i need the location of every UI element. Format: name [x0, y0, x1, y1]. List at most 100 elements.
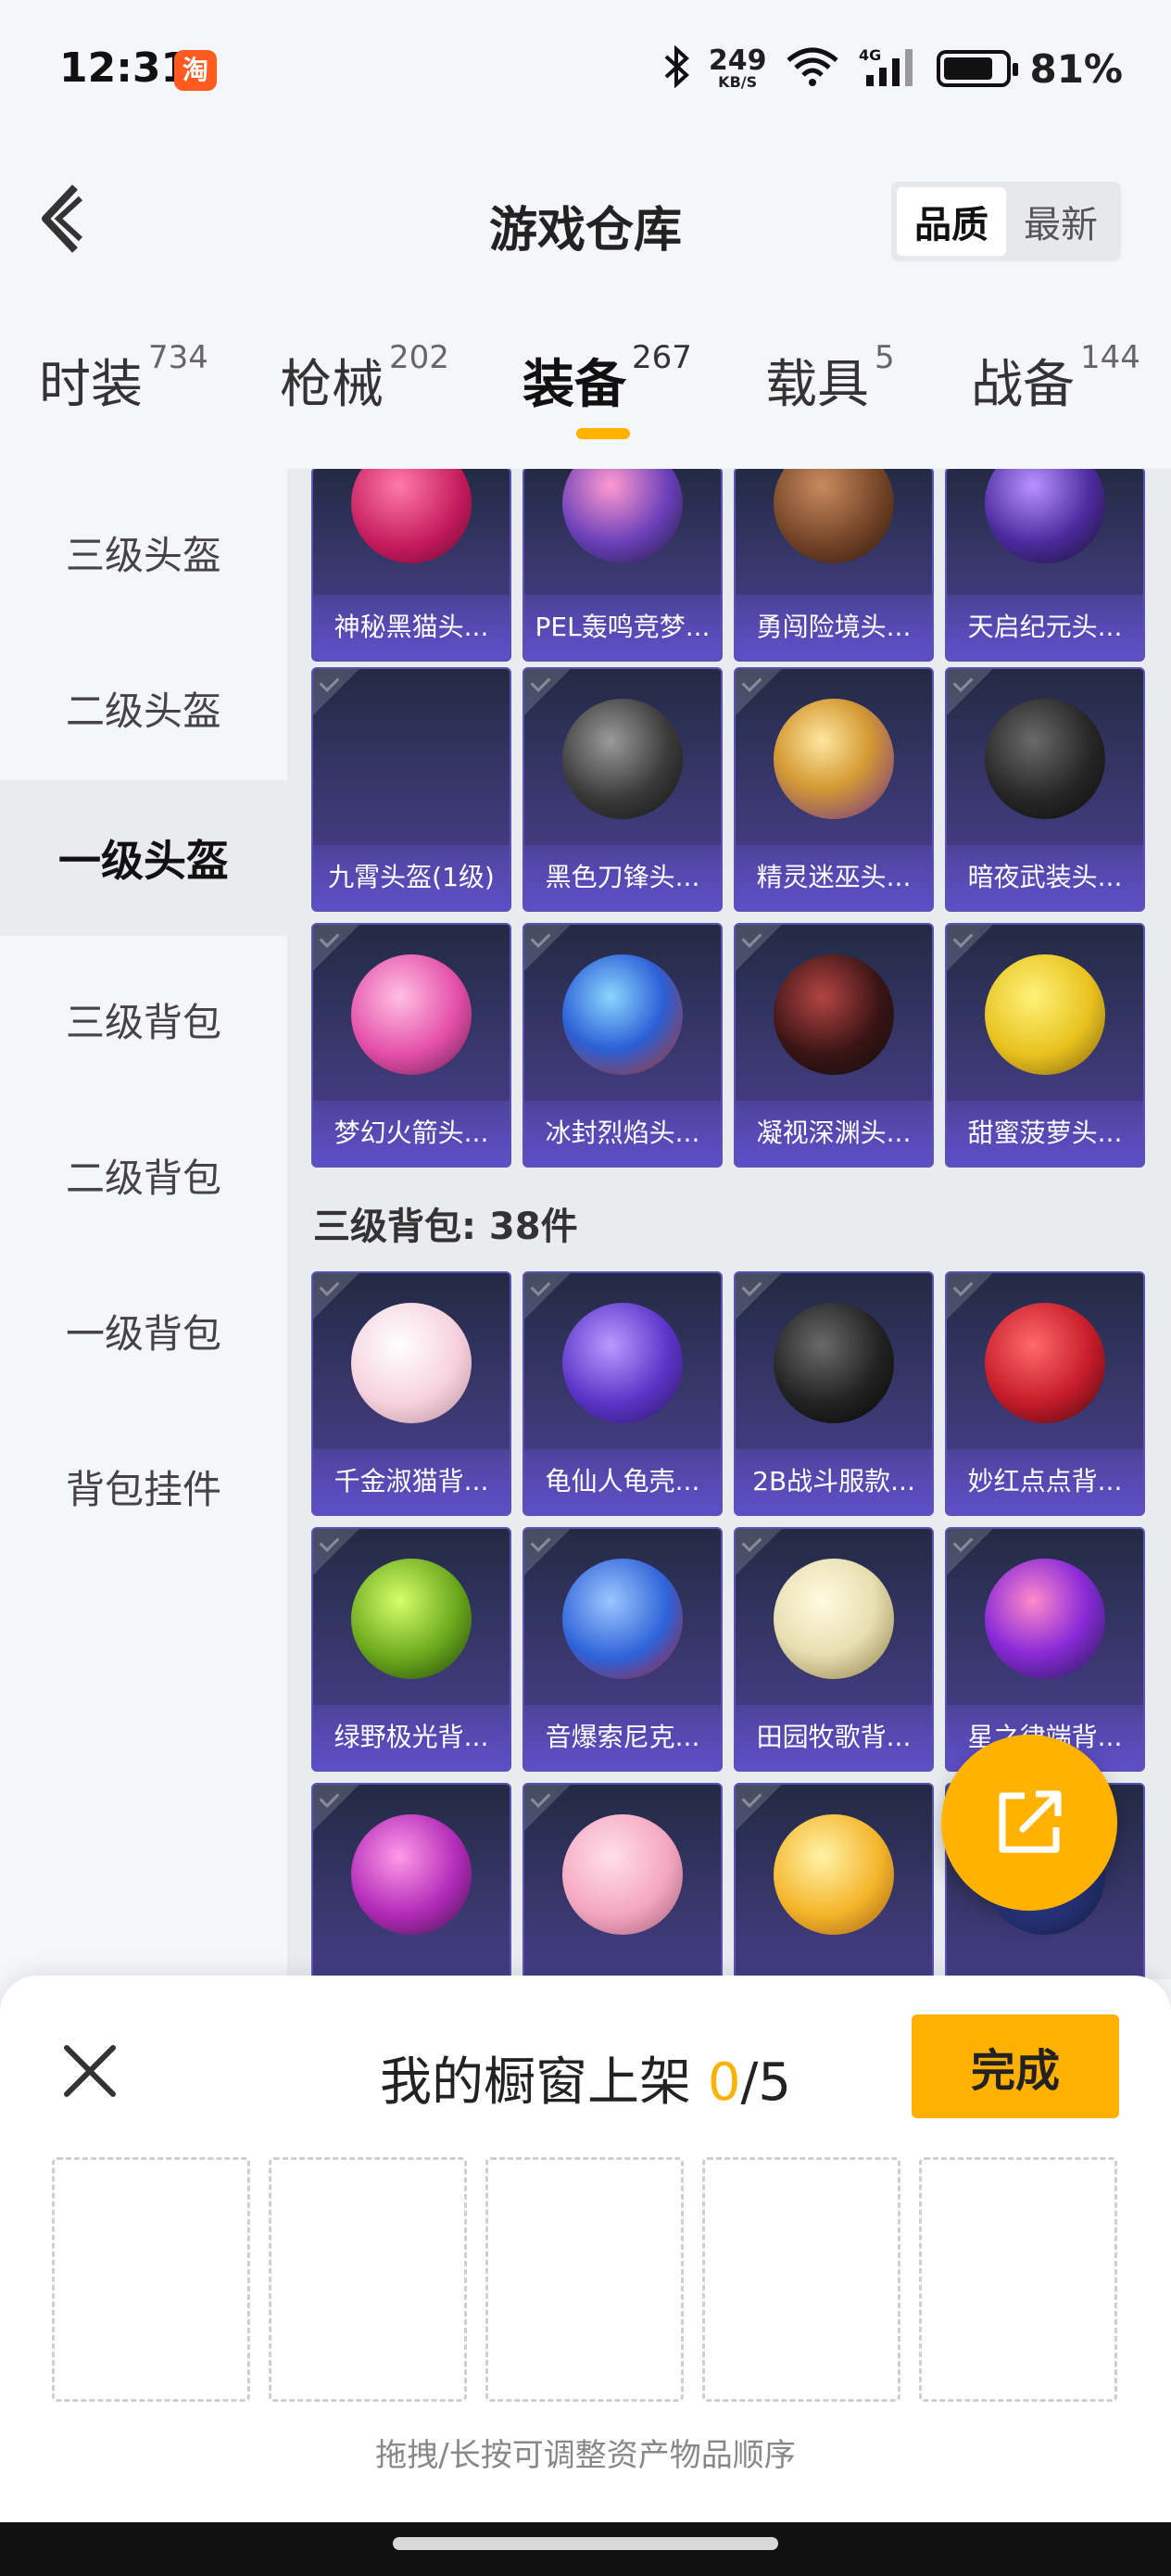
- item-card[interactable]: PEL轰鸣竞梦...: [523, 469, 723, 662]
- checkmark-icon: [313, 925, 359, 971]
- item-card[interactable]: 神秘黑猫头...: [311, 469, 511, 662]
- helmet-thumbnail: [562, 699, 683, 819]
- battery-percent: 81%: [1029, 45, 1123, 92]
- item-card[interactable]: 星之律端背...: [945, 1527, 1145, 1772]
- sort-toggle: 品质 最新: [891, 182, 1121, 261]
- tab-vehicles[interactable]: 载具 5: [765, 339, 895, 418]
- backpack-thumbnail: [774, 1559, 894, 1679]
- wifi-icon: [785, 45, 840, 92]
- item-name: 梦幻火箭头...: [313, 1101, 510, 1166]
- done-button[interactable]: 完成: [912, 2014, 1119, 2118]
- helmet-thumbnail: [985, 699, 1105, 819]
- item-card[interactable]: 天启纪元头...: [945, 469, 1145, 662]
- sidebar-item-helmet-lv2[interactable]: 二级头盔: [0, 630, 287, 786]
- helmet-thumbnail: [351, 954, 472, 1075]
- item-card[interactable]: 甜蜜菠萝头...: [945, 923, 1145, 1168]
- item-name: 2B战斗服款...: [736, 1449, 932, 1514]
- checkmark-icon: [736, 1273, 782, 1320]
- backpack-thumbnail: [985, 1559, 1105, 1679]
- item-card[interactable]: [311, 1783, 511, 1979]
- item-name: 天启纪元头...: [947, 595, 1143, 660]
- taobao-app-icon: 淘: [174, 50, 217, 91]
- checkmark-icon: [736, 1529, 782, 1575]
- backpack-thumbnail: [774, 1814, 894, 1935]
- item-card[interactable]: 精灵迷巫头...: [734, 667, 934, 912]
- showcase-slot[interactable]: [485, 2157, 684, 2402]
- helmet-thumbnail: [774, 469, 894, 563]
- section-title: 三级背包: 38件: [313, 1206, 578, 1248]
- home-gesture-handle[interactable]: [393, 2537, 778, 2550]
- checkmark-icon: [313, 1785, 359, 1831]
- item-card[interactable]: [734, 1783, 934, 1979]
- share-button[interactable]: [941, 1735, 1117, 1911]
- checkmark-icon: [313, 1529, 359, 1575]
- item-name: 妙红点点背...: [947, 1449, 1143, 1514]
- tab-equipment[interactable]: 装备 267: [523, 339, 692, 418]
- helmet-thumbnail: [985, 469, 1105, 563]
- item-name: 凝视深渊头...: [736, 1101, 932, 1166]
- item-name: 冰封烈焰头...: [524, 1101, 721, 1166]
- showcase-slot[interactable]: [52, 2157, 250, 2402]
- tab-supplies[interactable]: 战备 144: [971, 339, 1140, 418]
- checkmark-icon: [313, 669, 359, 715]
- item-card[interactable]: 妙红点点背...: [945, 1271, 1145, 1516]
- item-name: 甜蜜菠萝头...: [947, 1101, 1143, 1166]
- item-card[interactable]: 黑色刀锋头...: [523, 667, 723, 912]
- item-card[interactable]: 凝视深渊头...: [734, 923, 934, 1168]
- network-speed: 249 KB/S: [708, 44, 767, 91]
- checkmark-icon: [524, 1529, 571, 1575]
- showcase-sheet: 我的橱窗上架 0/5 完成 拖拽/长按可调整资产物品顺序: [0, 1976, 1171, 2522]
- sidebar-item-helmet-lv3[interactable]: 三级头盔: [0, 474, 287, 630]
- item-card[interactable]: 九霄头盔(1级): [311, 667, 511, 912]
- showcase-slot[interactable]: [702, 2157, 900, 2402]
- item-name: 音爆索尼克...: [524, 1705, 721, 1770]
- item-name: 神秘黑猫头...: [313, 595, 510, 660]
- checkmark-icon: [524, 669, 571, 715]
- checkmark-icon: [947, 925, 993, 971]
- helmet-thumbnail: [774, 954, 894, 1075]
- item-name: 暗夜武装头...: [947, 845, 1143, 910]
- item-card[interactable]: [523, 1783, 723, 1979]
- item-card[interactable]: 2B战斗服款...: [734, 1271, 934, 1516]
- sidebar-item-backpack-charm[interactable]: 背包挂件: [0, 1408, 287, 1564]
- item-card[interactable]: 勇闯险境头...: [734, 469, 934, 662]
- sort-latest-option[interactable]: 最新: [1006, 187, 1115, 256]
- tab-fashion[interactable]: 时装 734: [39, 339, 208, 418]
- checkmark-icon: [524, 925, 571, 971]
- backpack-thumbnail: [351, 1814, 472, 1935]
- showcase-slot[interactable]: [269, 2157, 467, 2402]
- item-card[interactable]: 千金淑猫背...: [311, 1271, 511, 1516]
- sidebar-item-backpack-lv3[interactable]: 三级背包: [0, 941, 287, 1097]
- status-time: 12:31: [59, 44, 190, 92]
- sidebar-item-backpack-lv1[interactable]: 一级背包: [0, 1253, 287, 1408]
- backpack-thumbnail: [985, 1303, 1105, 1423]
- bluetooth-icon: [662, 44, 690, 92]
- sidebar-item-backpack-lv2[interactable]: 二级背包: [0, 1097, 287, 1253]
- item-card[interactable]: 冰封烈焰头...: [523, 923, 723, 1168]
- item-name: 龟仙人龟壳...: [524, 1449, 721, 1514]
- item-card[interactable]: 龟仙人龟壳...: [523, 1271, 723, 1516]
- helmet-thumbnail: [562, 954, 683, 1075]
- item-card[interactable]: 梦幻火箭头...: [311, 923, 511, 1168]
- item-name: 黑色刀锋头...: [524, 845, 721, 910]
- backpack-thumbnail: [774, 1303, 894, 1423]
- sidebar-item-helmet-lv1[interactable]: 一级头盔: [0, 780, 287, 936]
- battery-icon: [937, 50, 1019, 87]
- checkmark-icon: [947, 1529, 993, 1575]
- item-card[interactable]: 绿野极光背...: [311, 1527, 511, 1772]
- item-card[interactable]: 田园牧歌背...: [734, 1527, 934, 1772]
- backpack-thumbnail: [351, 1559, 472, 1679]
- tab-firearms[interactable]: 枪械 202: [280, 339, 449, 418]
- cellular-signal-icon: 4G: [859, 45, 918, 92]
- drag-hint: 拖拽/长按可调整资产物品顺序: [375, 2437, 796, 2474]
- item-card[interactable]: 暗夜武装头...: [945, 667, 1145, 912]
- backpack-thumbnail: [562, 1814, 683, 1935]
- showcase-slot[interactable]: [919, 2157, 1117, 2402]
- item-card[interactable]: 音爆索尼克...: [523, 1527, 723, 1772]
- checkmark-icon: [736, 925, 782, 971]
- sort-quality-option[interactable]: 品质: [897, 187, 1006, 256]
- item-name: PEL轰鸣竞梦...: [524, 595, 721, 660]
- checkmark-icon: [947, 669, 993, 715]
- item-name: 田园牧歌背...: [736, 1705, 932, 1770]
- backpack-thumbnail: [562, 1303, 683, 1423]
